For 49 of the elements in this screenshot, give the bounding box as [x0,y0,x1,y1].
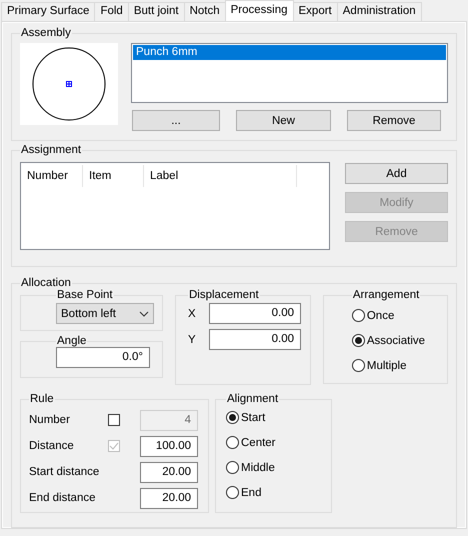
dropdown[interactable]: Bottom left [56,303,154,324]
radio-option[interactable]: Center [226,430,323,456]
input-field[interactable]: 0.0° [56,347,150,368]
group-title: Allocation [20,277,72,290]
input-field[interactable]: 20.00 [140,488,198,509]
radio-button[interactable] [352,334,365,348]
chevron-down-icon [139,310,149,317]
radio-option[interactable]: Once [352,303,439,328]
field-label: End distance [29,492,96,504]
input-field[interactable]: 0.00 [209,329,301,350]
field-label: X [188,308,197,320]
tab[interactable]: Primary Surface [1,2,96,21]
column-header[interactable]: Label [144,165,297,188]
field-label: Number [29,414,71,426]
list-item[interactable]: Punch 6mm [133,45,446,60]
column-header[interactable]: Item [83,165,144,188]
tab[interactable]: Processing [224,0,294,21]
input-field[interactable]: 20.00 [140,462,198,483]
push-button[interactable]: Remove [347,110,441,131]
push-button[interactable]: ... [132,110,220,131]
group-title: Assembly [20,27,72,39]
push-button[interactable]: Add [345,163,448,184]
group-title: Alignment [226,393,280,406]
group-title: Displacement [188,289,260,302]
radio-button[interactable] [226,436,239,450]
group-title: Arrangement [352,289,420,302]
input-field[interactable]: 0.00 [209,303,301,324]
group-title: Angle [56,335,88,348]
field-label: Distance [29,440,75,452]
tab[interactable]: Administration [336,2,422,21]
input-field[interactable]: 100.00 [140,436,198,457]
column-header[interactable]: Number [21,165,83,188]
radio-option[interactable]: Start [226,405,323,430]
radio-option[interactable]: End [226,480,323,506]
radio-button[interactable] [226,411,239,424]
radio-button[interactable] [352,309,365,322]
push-button[interactable]: New [236,110,331,131]
field-label: Start distance [29,466,100,478]
radio-option[interactable]: Associative [352,328,439,354]
radio-option[interactable]: Multiple [352,353,439,378]
radio-button[interactable] [352,359,365,372]
checkbox[interactable] [108,414,120,426]
group-title: Rule [29,393,55,406]
field-label: Y [188,334,197,346]
group-title: Assignment [20,144,82,156]
radio-button[interactable] [226,486,239,500]
group-title: Base Point [56,289,114,302]
radio-option[interactable]: Middle [226,455,323,480]
radio-button[interactable] [226,461,239,474]
